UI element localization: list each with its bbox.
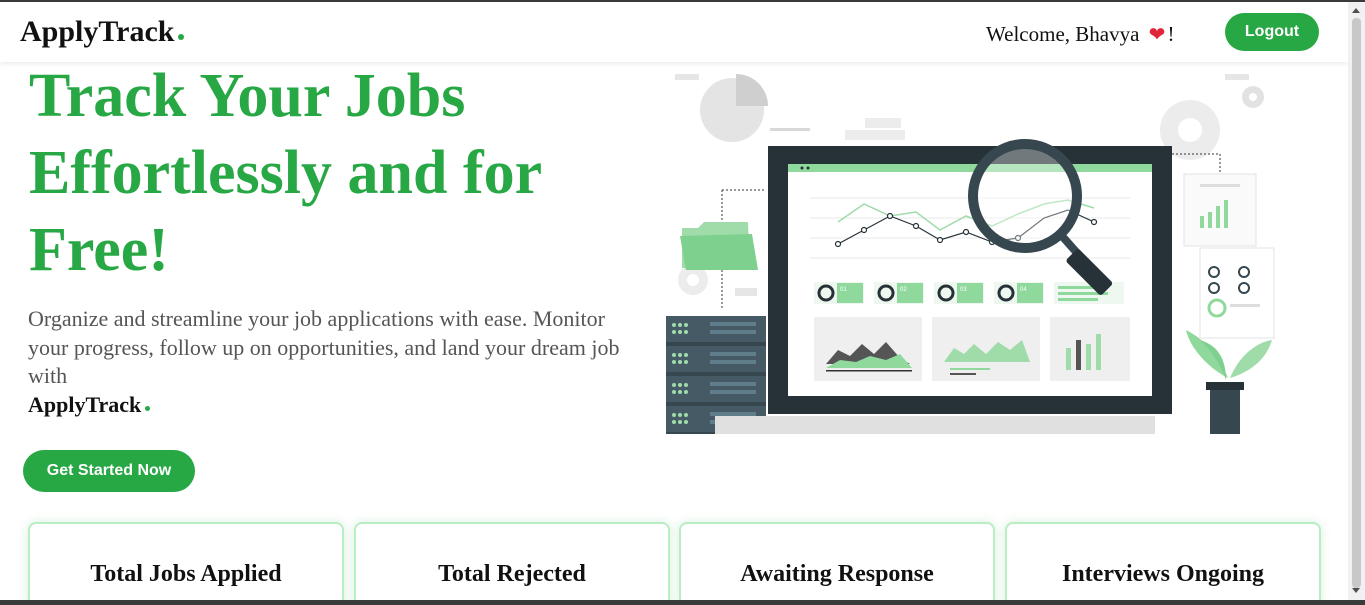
illustration-card-label: 04 bbox=[1020, 287, 1027, 293]
scroll-down-arrow-icon[interactable] bbox=[1352, 588, 1360, 593]
heart-icon: ❤ bbox=[1148, 24, 1166, 46]
stat-card-total-rejected[interactable]: Total Rejected bbox=[354, 522, 670, 605]
stat-title: Awaiting Response bbox=[740, 561, 934, 587]
pie-decoration-icon bbox=[700, 74, 768, 142]
stat-title: Total Rejected bbox=[438, 561, 586, 587]
stat-title: Total Jobs Applied bbox=[90, 561, 282, 587]
welcome-message: Welcome, Bhavya ❤! bbox=[986, 22, 1174, 47]
hero-description: Organize and streamline your job applica… bbox=[28, 306, 620, 388]
scroll-up-arrow-icon[interactable] bbox=[1352, 8, 1360, 13]
stat-card-interviews-ongoing[interactable]: Interviews Ongoing bbox=[1005, 522, 1321, 605]
illustration-card-label: 02 bbox=[900, 287, 907, 293]
get-started-button[interactable]: Get Started Now bbox=[23, 450, 195, 492]
window-frame-bottom bbox=[0, 600, 1365, 605]
stat-card-total-applied[interactable]: Total Jobs Applied bbox=[28, 522, 344, 605]
navbar: ApplyTrack Welcome, Bhavya ❤! Logout bbox=[0, 2, 1348, 62]
stat-title: Interviews Ongoing bbox=[1061, 561, 1264, 587]
hero-brand: ApplyTrack bbox=[28, 392, 151, 418]
illustration-card-label: 01 bbox=[840, 287, 847, 293]
dashboard-illustration: 01 02 03 04 bbox=[666, 74, 1275, 434]
welcome-text: Welcome, Bhavya bbox=[986, 22, 1140, 46]
brand-dot-icon bbox=[178, 34, 185, 40]
vertical-scrollbar[interactable] bbox=[1348, 2, 1365, 600]
brand-name: ApplyTrack bbox=[20, 15, 175, 48]
hero-title: Track Your Jobs Effortlessly and for Fre… bbox=[29, 62, 542, 284]
brand-logo[interactable]: ApplyTrack bbox=[20, 15, 185, 49]
scroll-thumb[interactable] bbox=[1352, 18, 1361, 588]
brand-dot-icon bbox=[145, 406, 151, 411]
hero-brand-name: ApplyTrack bbox=[28, 392, 142, 417]
plant-icon bbox=[1186, 330, 1272, 434]
logout-button[interactable]: Logout bbox=[1225, 13, 1319, 51]
stat-card-awaiting-response[interactable]: Awaiting Response bbox=[679, 522, 995, 605]
small-gear-icon bbox=[1242, 86, 1264, 108]
document-icon bbox=[1172, 153, 1275, 339]
illustration-card-label: 03 bbox=[960, 287, 967, 293]
welcome-suffix: ! bbox=[1167, 22, 1175, 46]
